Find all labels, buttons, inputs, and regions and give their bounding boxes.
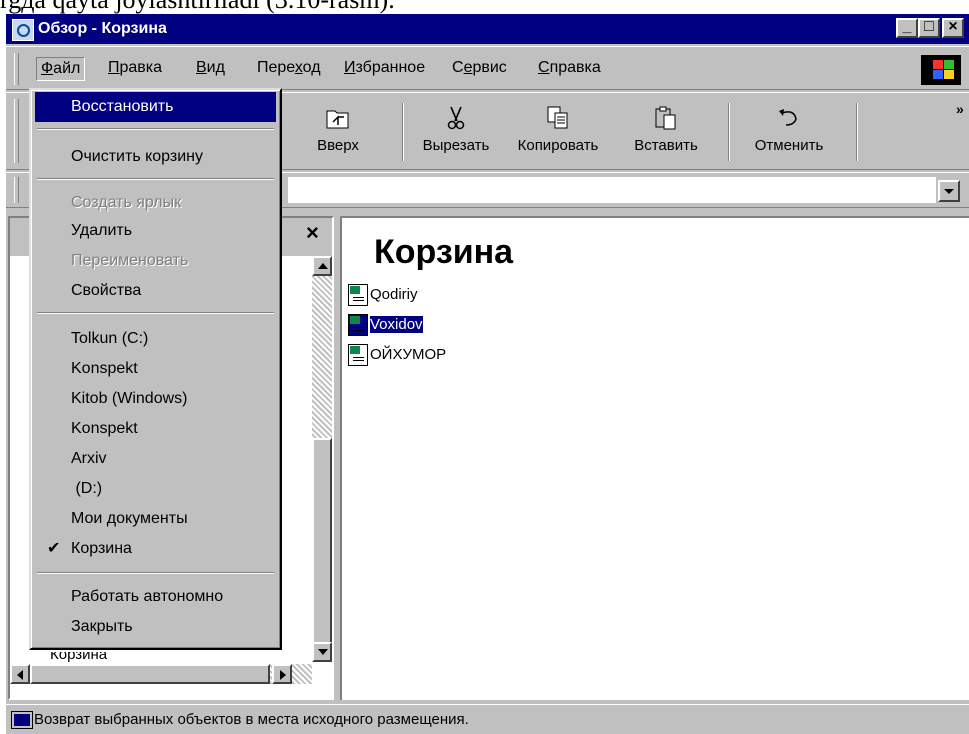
file-item[interactable]: Qodiriy bbox=[348, 284, 418, 308]
menu-view[interactable]: Вид bbox=[192, 57, 229, 79]
copy-label: Копировать bbox=[517, 137, 599, 154]
cut-label: Вырезать bbox=[422, 137, 490, 154]
word-document-icon bbox=[348, 314, 368, 336]
menu-go[interactable]: Переход bbox=[253, 57, 325, 79]
document-caption: rgда qayta joylashtiriladi (3.10-rasm). bbox=[0, 0, 969, 14]
menu-separator bbox=[37, 572, 274, 574]
scroll-left-button[interactable] bbox=[10, 664, 30, 684]
menu-item-delete[interactable]: Удалить bbox=[35, 216, 276, 246]
paste-label: Вставить bbox=[634, 137, 698, 154]
close-button[interactable]: × bbox=[942, 18, 964, 38]
menu-item-close[interactable]: Закрыть bbox=[35, 612, 276, 642]
menu-item-properties[interactable]: Свойства bbox=[35, 276, 276, 306]
checkmark-icon: ✔ bbox=[47, 540, 61, 557]
close-icon[interactable]: × bbox=[306, 222, 319, 244]
menu-item-location[interactable]: Мои документы bbox=[35, 504, 276, 534]
menu-separator bbox=[37, 178, 274, 180]
file-name: ОЙХУМОР bbox=[370, 346, 447, 363]
word-document-icon bbox=[348, 284, 368, 306]
up-label: Вверх bbox=[317, 137, 359, 154]
copy-button[interactable]: Копировать bbox=[506, 101, 610, 163]
cut-button[interactable]: Вырезать bbox=[414, 101, 498, 163]
menu-edit[interactable]: Правка bbox=[104, 57, 166, 79]
horizontal-scroll-thumb[interactable] bbox=[30, 664, 270, 684]
toolbar-separator bbox=[856, 103, 858, 161]
addressbar-grip[interactable] bbox=[14, 177, 19, 203]
menubar-grip[interactable] bbox=[14, 53, 19, 85]
menu-help[interactable]: Справка bbox=[534, 57, 605, 79]
scissors-icon bbox=[443, 105, 469, 131]
menu-item-location-checked[interactable]: ✔ Корзина bbox=[35, 534, 276, 564]
menu-item-location[interactable]: Konspekt bbox=[35, 414, 276, 444]
address-input[interactable] bbox=[288, 177, 936, 203]
menu-item-location[interactable]: Arxiv bbox=[35, 444, 276, 474]
menu-item-location[interactable]: Tolkun (C:) bbox=[35, 324, 276, 354]
menu-item-empty-recycle-bin[interactable]: Очистить корзину bbox=[35, 142, 276, 172]
undo-button[interactable]: Отменить bbox=[742, 101, 836, 163]
scroll-right-button[interactable] bbox=[272, 664, 292, 684]
toolbar-grip[interactable] bbox=[14, 99, 19, 163]
file-item[interactable]: ОЙХУМОР bbox=[348, 344, 446, 368]
folder-view[interactable]: Корзина Qodiriy Voxidov ОЙХУМОР bbox=[340, 216, 969, 700]
menu-tools[interactable]: Сервис bbox=[448, 57, 511, 79]
menu-bar: Файл Правка Вид Переход Избранное Сервис… bbox=[6, 46, 969, 90]
folder-up-icon bbox=[325, 105, 351, 131]
toolbar-overflow-chevron-icon[interactable]: » bbox=[956, 101, 964, 117]
paste-button[interactable]: Вставить bbox=[624, 101, 708, 163]
menu-separator bbox=[37, 128, 274, 130]
status-bar: Возврат выбранных объектов в места исход… bbox=[6, 704, 969, 734]
window-title: Обзор - Корзина bbox=[38, 20, 167, 37]
tree-item-recycle-bin[interactable]: Корзина bbox=[50, 652, 107, 662]
address-dropdown-button[interactable] bbox=[938, 180, 960, 202]
copy-icon bbox=[545, 105, 571, 131]
toolbar-separator bbox=[402, 103, 404, 161]
file-item-selected[interactable]: Voxidov bbox=[348, 314, 424, 338]
horizontal-scrollbar[interactable] bbox=[10, 664, 312, 684]
vertical-scrollbar[interactable] bbox=[312, 256, 332, 662]
scroll-down-button[interactable] bbox=[312, 642, 332, 662]
menu-favorites[interactable]: Избранное bbox=[340, 57, 429, 79]
menu-item-work-offline[interactable]: Работать автономно bbox=[35, 582, 276, 612]
word-document-icon bbox=[348, 344, 368, 366]
menu-item-location[interactable]: (D:) bbox=[35, 474, 276, 504]
paste-icon bbox=[653, 105, 679, 131]
undo-icon bbox=[776, 105, 802, 131]
toolbar-separator bbox=[728, 103, 730, 161]
file-name: Voxidov bbox=[369, 315, 424, 334]
maximize-button[interactable]: □ bbox=[918, 18, 940, 38]
computer-icon bbox=[11, 711, 33, 729]
minimize-button[interactable]: _ bbox=[896, 18, 918, 38]
file-name: Qodiriy bbox=[370, 286, 418, 303]
menu-item-location[interactable]: Konspekt bbox=[35, 354, 276, 384]
undo-label: Отменить bbox=[754, 137, 824, 154]
menu-separator bbox=[37, 312, 274, 314]
menu-item-restore[interactable]: Восстановить bbox=[35, 92, 276, 122]
folder-title: Корзина bbox=[374, 233, 514, 271]
status-text: Возврат выбранных объектов в места исход… bbox=[34, 711, 469, 728]
file-menu: Восстановить Очистить корзину Создать яр… bbox=[29, 88, 282, 650]
explorer-icon bbox=[12, 19, 34, 41]
up-button[interactable]: Вверх bbox=[312, 101, 364, 163]
windows-logo-icon bbox=[921, 55, 961, 85]
scroll-thumb[interactable] bbox=[312, 438, 332, 648]
menu-item-location[interactable]: Kitob (Windows) bbox=[35, 384, 276, 414]
title-bar[interactable]: Обзор - Корзина _ □ × bbox=[6, 14, 969, 44]
menu-item-create-shortcut: Создать ярлык bbox=[71, 194, 182, 211]
scroll-up-button[interactable] bbox=[312, 256, 332, 276]
menu-file[interactable]: Файл bbox=[36, 57, 86, 81]
menu-item-rename: Переименовать bbox=[71, 252, 189, 269]
